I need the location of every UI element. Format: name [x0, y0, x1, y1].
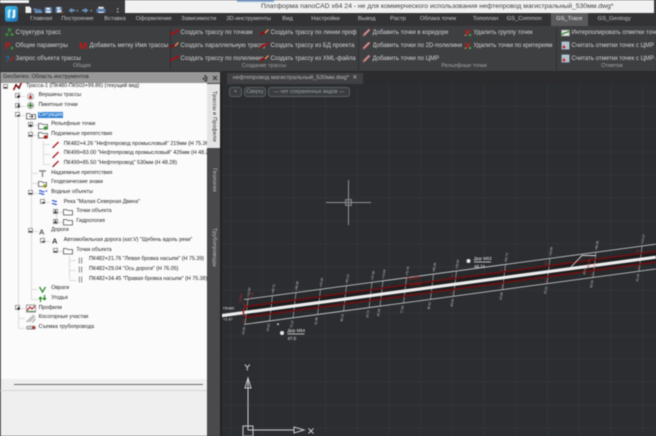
- svg-text:77.80: 77.80: [400, 305, 405, 314]
- svg-text:+62.73: +62.73: [504, 252, 510, 262]
- svg-text:43.52: 43.52: [266, 323, 271, 332]
- svg-text:+19.56: +19.56: [548, 246, 554, 256]
- svg-text:A: A: [39, 227, 45, 236]
- svg-text:A: A: [52, 237, 58, 246]
- svg-text:Дер М54: Дер М54: [288, 328, 306, 333]
- svg-text:14.00: 14.00: [241, 326, 246, 335]
- svg-text:ПК480: ПК480: [223, 307, 234, 311]
- svg-text:36.42: 36.42: [427, 301, 432, 310]
- svg-text:+56.30: +56.30: [594, 240, 600, 250]
- svg-text:+80.13: +80.13: [345, 274, 351, 284]
- svg-text:48.74: 48.74: [474, 264, 486, 269]
- svg-text:31.66: 31.66: [314, 317, 319, 326]
- svg-text:24.56: 24.56: [499, 292, 504, 301]
- svg-text:47.0: 47.0: [288, 336, 297, 341]
- svg-text:М: М: [79, 41, 87, 50]
- svg-text:+37.86: +37.86: [370, 270, 376, 280]
- svg-text:P: P: [5, 41, 11, 50]
- svg-text:+68.26: +68.26: [432, 262, 438, 272]
- svg-text:+25.00: +25.00: [455, 259, 461, 269]
- svg-text:▲: ▲: [276, 321, 280, 326]
- svg-text:+2.47: +2.47: [223, 318, 233, 322]
- svg-text:Дер М53: Дер М53: [474, 256, 492, 261]
- svg-text:+13.13: +13.13: [640, 234, 646, 244]
- svg-text:+49.73: +49.73: [271, 284, 277, 294]
- svg-text:60.21: 60.21: [340, 313, 345, 322]
- svg-text:?: ?: [5, 55, 10, 63]
- svg-text:+43.30: +43.30: [319, 277, 325, 287]
- svg-text:65.04: 65.04: [450, 298, 455, 307]
- svg-text:82.63: 82.63: [589, 280, 594, 289]
- svg-text:ПК482: ПК482: [238, 293, 244, 303]
- svg-text:+74.60: +74.60: [381, 269, 387, 279]
- svg-text:41.25: 41.25: [635, 273, 640, 282]
- svg-text:+86.56: +86.56: [294, 281, 300, 291]
- svg-text:19.73: 19.73: [365, 310, 370, 319]
- svg-text:48.35: 48.35: [376, 308, 381, 317]
